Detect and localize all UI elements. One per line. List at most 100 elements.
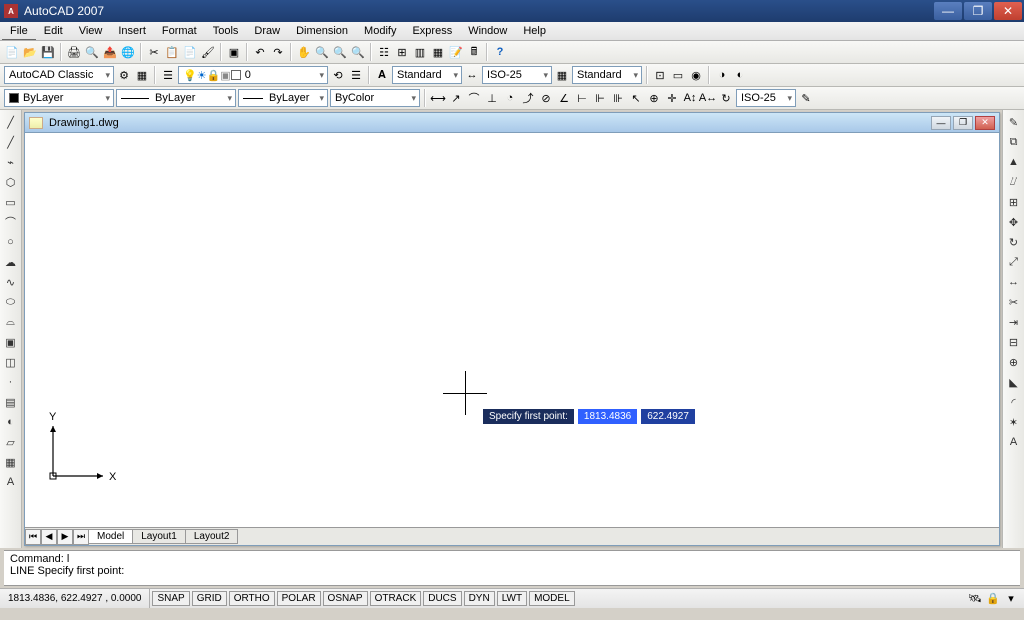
- insertblock-icon[interactable]: ▣: [3, 334, 19, 350]
- mtext2-icon[interactable]: A: [1006, 434, 1022, 450]
- ortho-toggle[interactable]: ORTHO: [229, 591, 275, 606]
- tab-last-button[interactable]: ⏭: [73, 529, 89, 545]
- trim-icon[interactable]: ✂: [1006, 294, 1022, 310]
- linetype-select[interactable]: ByLayer: [116, 89, 236, 107]
- ellipsearc-icon[interactable]: ⌓: [3, 314, 19, 330]
- dim-arc-icon[interactable]: ⌒: [466, 90, 482, 106]
- dyn-toggle[interactable]: DYN: [464, 591, 495, 606]
- menu-help[interactable]: Help: [515, 23, 554, 39]
- point-icon[interactable]: ·: [3, 374, 19, 390]
- designcenter-icon[interactable]: ⊞: [394, 44, 410, 60]
- rotate-icon[interactable]: ↻: [1006, 234, 1022, 250]
- copy-icon[interactable]: 📋: [164, 44, 180, 60]
- circle-icon[interactable]: ○: [3, 234, 19, 250]
- doc-minimize-button[interactable]: —: [931, 116, 951, 130]
- pan-icon[interactable]: ✋: [296, 44, 312, 60]
- menu-format[interactable]: Format: [154, 23, 205, 39]
- dim-linear-icon[interactable]: ⟷: [430, 90, 446, 106]
- dim-tedit-icon[interactable]: A↔: [700, 90, 716, 106]
- tab-prev-button[interactable]: ◀: [41, 529, 57, 545]
- dim-update-icon[interactable]: ↻: [718, 90, 734, 106]
- erase-icon[interactable]: ✎: [1006, 114, 1022, 130]
- dim-edit-icon[interactable]: A↕: [682, 90, 698, 106]
- doc-maximize-button[interactable]: ❐: [953, 116, 973, 130]
- workspace-settings-icon[interactable]: ⚙: [116, 67, 132, 83]
- new-icon[interactable]: 📄: [4, 44, 20, 60]
- spline-icon[interactable]: ∿: [3, 274, 19, 290]
- dimstyle-mgr-icon[interactable]: ✎: [798, 90, 814, 106]
- textstyle-select[interactable]: Standard: [392, 66, 462, 84]
- doc-close-button[interactable]: ✕: [975, 116, 995, 130]
- otrack-toggle[interactable]: OTRACK: [370, 591, 422, 606]
- tab-model[interactable]: Model: [88, 529, 133, 544]
- grid-toggle[interactable]: GRID: [192, 591, 227, 606]
- workspace-select[interactable]: AutoCAD Classic: [4, 66, 114, 84]
- dim-aligned-icon[interactable]: ↗: [448, 90, 464, 106]
- array-icon[interactable]: ⊞: [1006, 194, 1022, 210]
- region-icon[interactable]: ▱: [3, 434, 19, 450]
- layer-select[interactable]: 💡☀🔒▣ 0: [178, 66, 328, 84]
- comm-icon[interactable]: 🛰: [968, 592, 982, 606]
- close-button[interactable]: ✕: [994, 2, 1022, 20]
- layer-manager-icon[interactable]: ☰: [160, 67, 176, 83]
- plot-icon[interactable]: 🖨: [66, 44, 82, 60]
- stretch-icon[interactable]: ↔: [1006, 274, 1022, 290]
- menu-draw[interactable]: Draw: [246, 23, 288, 39]
- ducs-toggle[interactable]: DUCS: [423, 591, 461, 606]
- arc-icon[interactable]: ⌒: [3, 214, 19, 230]
- explode-icon[interactable]: ✶: [1006, 414, 1022, 430]
- color-select[interactable]: ByLayer: [4, 89, 114, 107]
- block-icon[interactable]: ▣: [226, 44, 242, 60]
- lwt-toggle[interactable]: LWT: [497, 591, 527, 606]
- dim-center-icon[interactable]: ✛: [664, 90, 680, 106]
- dimstyle-icon[interactable]: ↔: [464, 67, 480, 83]
- dimstyle2-select[interactable]: ISO-25: [736, 89, 796, 107]
- break-icon[interactable]: ⊟: [1006, 334, 1022, 350]
- line-icon[interactable]: ╱: [3, 114, 19, 130]
- join-icon[interactable]: ⊕: [1006, 354, 1022, 370]
- tab-next-button[interactable]: ▶: [57, 529, 73, 545]
- dim-continue-icon[interactable]: ⊪: [610, 90, 626, 106]
- layer-prev-icon[interactable]: ⟲: [330, 67, 346, 83]
- ellipse-icon[interactable]: ⬭: [3, 294, 19, 310]
- menu-insert[interactable]: Insert: [110, 23, 154, 39]
- match-icon[interactable]: 🖌: [200, 44, 216, 60]
- scale-icon[interactable]: ⤢: [1006, 254, 1022, 270]
- fillet-icon[interactable]: ◜: [1006, 394, 1022, 410]
- chamfer-icon[interactable]: ◣: [1006, 374, 1022, 390]
- paste-icon[interactable]: 📄: [182, 44, 198, 60]
- mirror-icon[interactable]: ▲: [1006, 154, 1022, 170]
- ucs-icon[interactable]: ⊡: [652, 67, 668, 83]
- makeblock-icon[interactable]: ◫: [3, 354, 19, 370]
- tablestyle-select[interactable]: Standard: [572, 66, 642, 84]
- zoom-rt-icon[interactable]: 🔍: [314, 44, 330, 60]
- preview-icon[interactable]: 🔍: [84, 44, 100, 60]
- menu-edit[interactable]: Edit: [36, 23, 71, 39]
- zoom-prev-icon[interactable]: 🔍: [350, 44, 366, 60]
- command-window[interactable]: Command: l LINE Specify first point:: [4, 550, 1020, 586]
- redo-icon[interactable]: ↷: [270, 44, 286, 60]
- plotstyle-select[interactable]: ByColor: [330, 89, 420, 107]
- menu-dimension[interactable]: Dimension: [288, 23, 356, 39]
- tab-first-button[interactable]: ⏮: [25, 529, 41, 545]
- offset-icon[interactable]: ⌰: [1006, 174, 1022, 190]
- render-icon[interactable]: ◑: [714, 67, 730, 83]
- open-icon[interactable]: 📂: [22, 44, 38, 60]
- polygon-icon[interactable]: ⬡: [3, 174, 19, 190]
- dim-quick-icon[interactable]: ⊢: [574, 90, 590, 106]
- move-icon[interactable]: ✥: [1006, 214, 1022, 230]
- dim-jogged-icon[interactable]: ⤴: [520, 90, 536, 106]
- menu-file[interactable]: File: [2, 23, 36, 40]
- layer-states-icon[interactable]: ☰: [348, 67, 364, 83]
- dyn-y-input[interactable]: 622.4927: [641, 409, 695, 424]
- polyline-icon[interactable]: ⌁: [3, 154, 19, 170]
- tray-menu-icon[interactable]: ▾: [1004, 592, 1018, 606]
- hatch-icon[interactable]: ▤: [3, 394, 19, 410]
- visual-icon[interactable]: ◐: [732, 67, 748, 83]
- 3dorbit-icon[interactable]: ◉: [688, 67, 704, 83]
- maximize-button[interactable]: ❐: [964, 2, 992, 20]
- menu-modify[interactable]: Modify: [356, 23, 404, 39]
- menu-tools[interactable]: Tools: [205, 23, 247, 39]
- tab-layout2[interactable]: Layout2: [185, 529, 239, 544]
- extend-icon[interactable]: ⇥: [1006, 314, 1022, 330]
